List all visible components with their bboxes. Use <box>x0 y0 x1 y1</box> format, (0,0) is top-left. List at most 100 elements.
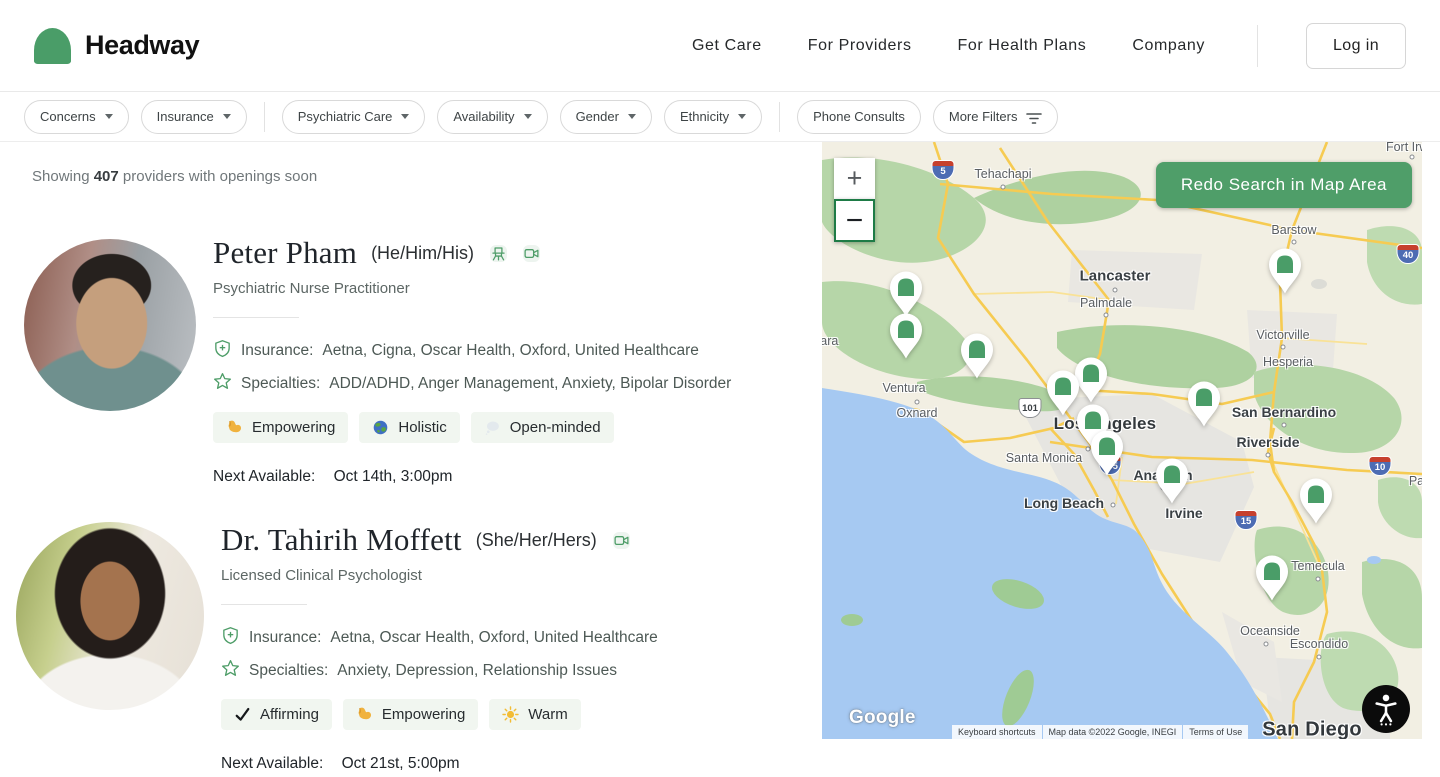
thought-balloon-icon <box>484 419 501 436</box>
filter-availability[interactable]: Availability <box>437 99 548 134</box>
provider-map-pin[interactable] <box>1154 458 1191 505</box>
provider-results-list: Showing 407 providers with openings soon… <box>0 142 808 773</box>
provider-map-pin[interactable] <box>1254 555 1291 602</box>
specialties-list: Anxiety, Depression, Relationship Issues <box>337 662 617 679</box>
map-attribution: Keyboard shortcuts Map data ©2022 Google… <box>952 725 1249 739</box>
nav-for-providers[interactable]: For Providers <box>808 37 912 55</box>
shield-plus-icon <box>221 626 240 650</box>
next-available-row: Next Available: Oct 21st, 5:00pm <box>221 755 658 773</box>
provider-search-page: Headway Get Care For Providers For Healt… <box>0 0 1440 777</box>
insurance-list: Aetna, Cigna, Oscar Health, Oxford, Unit… <box>322 342 699 359</box>
tag-warm: Warm <box>489 699 581 730</box>
next-available-label: Next Available: <box>213 468 316 485</box>
nav-get-care[interactable]: Get Care <box>692 37 762 55</box>
filter-concerns[interactable]: Concerns <box>24 99 129 134</box>
muscle-icon <box>226 419 243 436</box>
provider-map-pin[interactable] <box>888 271 925 318</box>
headway-wordmark: Headway <box>85 30 200 60</box>
filter-gender[interactable]: Gender <box>559 99 652 134</box>
zoom-in-button[interactable]: + <box>834 158 875 199</box>
card-divider <box>221 604 307 605</box>
next-available-value: Oct 21st, 5:00pm <box>341 755 460 772</box>
results-count-prefix: Showing <box>32 168 90 185</box>
accessibility-person-icon <box>1375 694 1397 726</box>
tag-label: Empowering <box>381 706 466 723</box>
filter-insurance[interactable]: Insurance <box>140 99 247 134</box>
provider-map-pin[interactable] <box>1089 430 1126 477</box>
nav-company[interactable]: Company <box>1132 37 1205 55</box>
provider-card: Peter Pham (He/Him/His) Psychiatric Nurs… <box>24 221 808 486</box>
tag-empowering: Empowering <box>213 412 349 443</box>
specialties-label: Specialties: <box>241 375 321 392</box>
map-zoom-controls: + − <box>834 158 875 242</box>
chevron-down-icon <box>104 114 113 119</box>
provider-card-body: Dr. Tahirih Moffett (She/Her/Hers) Licen… <box>221 522 658 773</box>
headway-logo[interactable]: Headway <box>34 27 200 64</box>
nav-for-health-plans[interactable]: For Health Plans <box>958 37 1087 55</box>
provider-photo[interactable] <box>24 239 196 411</box>
filter-insurance-label: Insurance <box>156 109 214 124</box>
video-session-icon <box>523 244 541 262</box>
redo-search-button[interactable]: Redo Search in Map Area <box>1155 162 1412 208</box>
chevron-down-icon <box>738 114 747 119</box>
next-available-label: Next Available: <box>221 755 324 772</box>
tag-empowering: Empowering <box>342 699 479 730</box>
filter-psychiatric-care[interactable]: Psychiatric Care <box>281 99 426 134</box>
results-count-line: Showing 407 providers with openings soon <box>32 168 808 185</box>
insurance-label: Insurance: <box>249 629 322 646</box>
provider-name[interactable]: Peter Pham <box>213 235 357 271</box>
globe-icon <box>372 419 389 436</box>
filter-gender-label: Gender <box>575 109 619 124</box>
tag-label: Holistic <box>398 419 447 436</box>
provider-name-row: Peter Pham (He/Him/His) <box>213 235 731 271</box>
muscle-icon <box>356 706 373 723</box>
tag-label: Warm <box>528 706 568 723</box>
zoom-out-button[interactable]: − <box>834 199 875 242</box>
provider-map-pin[interactable] <box>1298 478 1335 525</box>
nav-divider <box>1257 24 1258 67</box>
google-map[interactable]: Fort IrwinTehachapiBarstowLancasterPalmd… <box>822 142 1422 739</box>
provider-title: Psychiatric Nurse Practitioner <box>213 280 410 297</box>
filter-concerns-label: Concerns <box>40 109 96 124</box>
provider-map-pin[interactable] <box>1267 248 1304 295</box>
filter-more-filters[interactable]: More Filters <box>932 99 1059 134</box>
chevron-down-icon <box>222 114 231 119</box>
personality-tags: Affirming Empowering Warm <box>221 699 658 730</box>
card-divider <box>213 317 299 318</box>
provider-map-pin[interactable] <box>888 313 925 360</box>
next-available-row: Next Available: Oct 14th, 3:00pm <box>213 468 731 486</box>
filter-bar: Concerns Insurance Psychiatric Care Avai… <box>0 92 1440 142</box>
tag-holistic: Holistic <box>359 412 460 443</box>
shield-plus-icon <box>213 339 232 363</box>
provider-map-pin[interactable] <box>1186 381 1223 428</box>
filter-psychiatric-care-label: Psychiatric Care <box>297 109 393 124</box>
provider-card: Dr. Tahirih Moffett (She/Her/Hers) Licen… <box>16 522 808 773</box>
provider-photo[interactable] <box>16 522 204 710</box>
terms-of-use-link[interactable]: Terms of Use <box>1183 725 1249 739</box>
in-person-session-icon <box>490 244 508 262</box>
insurance-row: Insurance: Aetna, Cigna, Oscar Health, O… <box>213 339 731 363</box>
google-logo: Google <box>849 707 916 728</box>
results-count-number: 407 <box>93 168 119 185</box>
provider-name[interactable]: Dr. Tahirih Moffett <box>221 522 462 558</box>
specialties-list: ADD/ADHD, Anger Management, Anxiety, Bip… <box>329 375 732 392</box>
filter-ethnicity[interactable]: Ethnicity <box>663 99 763 134</box>
keyboard-shortcuts-link[interactable]: Keyboard shortcuts <box>952 725 1042 739</box>
filter-phone-consults[interactable]: Phone Consults <box>797 99 921 134</box>
provider-card-body: Peter Pham (He/Him/His) Psychiatric Nurs… <box>213 221 731 486</box>
accessibility-widget-button[interactable] <box>1362 685 1410 733</box>
headway-dome-icon <box>34 27 71 64</box>
filter-more-filters-label: More Filters <box>948 109 1018 124</box>
filter-availability-label: Availability <box>453 109 515 124</box>
provider-pronouns: (She/Her/Hers) <box>475 529 597 550</box>
top-navigation-bar: Headway Get Care For Providers For Healt… <box>0 0 1440 92</box>
specialties-row: Specialties: Anxiety, Depression, Relati… <box>221 659 658 683</box>
login-button[interactable]: Log in <box>1306 22 1406 69</box>
provider-map-pin[interactable] <box>959 333 996 380</box>
provider-title: Licensed Clinical Psychologist <box>221 567 422 584</box>
filter-group-divider <box>263 101 265 132</box>
tag-open-minded: Open-minded <box>470 412 614 443</box>
results-count-suffix: providers with openings soon <box>122 168 318 185</box>
tag-label: Affirming <box>260 706 319 723</box>
specialties-row: Specialties: ADD/ADHD, Anger Management,… <box>213 372 731 396</box>
